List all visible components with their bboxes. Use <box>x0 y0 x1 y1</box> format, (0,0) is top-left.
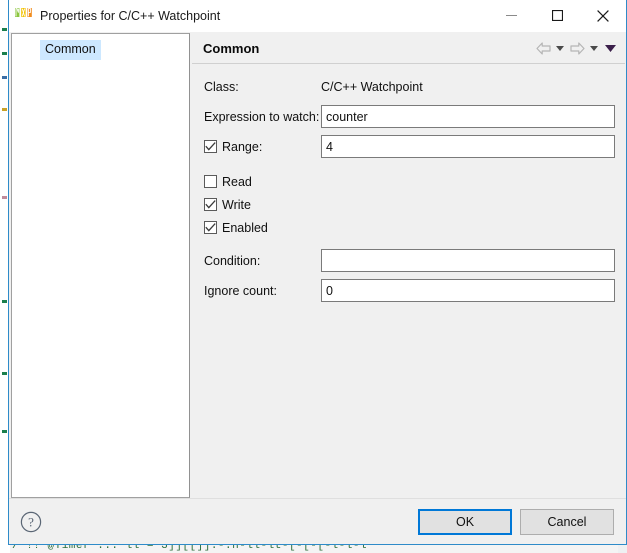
window-title: Properties for C/C++ Watchpoint <box>40 0 488 32</box>
row-ignore-count: Ignore count: <box>204 279 615 302</box>
row-enabled: Enabled <box>204 217 615 238</box>
nxp-logo-icon <box>15 8 32 23</box>
forward-button[interactable] <box>567 38 587 58</box>
class-value: C/C++ Watchpoint <box>321 80 423 94</box>
maximize-icon <box>552 10 563 21</box>
range-checkbox-group[interactable]: Range: <box>204 140 321 154</box>
check-icon <box>205 223 216 232</box>
class-label: Class: <box>204 80 321 94</box>
condition-label: Condition: <box>204 254 321 268</box>
background-mark <box>2 196 7 199</box>
svg-text:?: ? <box>28 514 34 529</box>
ignore-count-label: Ignore count: <box>204 284 321 298</box>
row-condition: Condition: <box>204 249 615 272</box>
minimize-button[interactable] <box>488 0 534 31</box>
chevron-down-icon <box>590 46 598 51</box>
enabled-checkbox-group[interactable]: Enabled <box>204 217 268 238</box>
write-label: Write <box>222 198 251 212</box>
read-label: Read <box>222 175 252 189</box>
spacer <box>204 240 615 249</box>
view-menu-dropdown[interactable] <box>601 38 619 58</box>
expression-label: Expression to watch: <box>204 110 321 124</box>
background-mark <box>2 430 7 433</box>
properties-dialog: Properties for C/C++ Watchpoint Common <box>8 0 627 545</box>
ok-button[interactable]: OK <box>418 509 512 535</box>
close-button[interactable] <box>580 0 626 31</box>
read-checkbox-group[interactable]: Read <box>204 171 252 192</box>
dialog-footer: ? OK Cancel <box>9 498 626 544</box>
background-mark <box>2 108 7 111</box>
ignore-count-input[interactable] <box>321 279 615 302</box>
check-icon <box>205 200 216 209</box>
help-button[interactable]: ? <box>19 510 43 534</box>
write-checkbox[interactable] <box>204 198 217 211</box>
chevron-down-icon <box>605 45 616 52</box>
minimize-icon <box>506 10 517 21</box>
arrow-left-icon <box>536 42 551 55</box>
expression-input[interactable] <box>321 105 615 128</box>
background-mark <box>2 52 7 55</box>
back-button[interactable] <box>533 38 553 58</box>
row-write: Write <box>204 194 615 215</box>
range-input[interactable] <box>321 135 615 158</box>
read-checkbox[interactable] <box>204 175 217 188</box>
title-bar: Properties for C/C++ Watchpoint <box>9 0 626 32</box>
chevron-down-icon <box>556 46 564 51</box>
back-history-dropdown[interactable] <box>553 38 567 58</box>
row-read: Read <box>204 171 615 192</box>
content-header: Common <box>192 33 625 64</box>
dialog-body: Common Common <box>9 32 626 498</box>
page-tree: Common <box>11 33 190 498</box>
properties-form: Class: C/C++ Watchpoint Expression to wa… <box>192 64 625 498</box>
sidebar-item-common[interactable]: Common <box>40 40 101 60</box>
close-icon <box>597 10 609 22</box>
check-icon <box>205 142 216 151</box>
enabled-checkbox[interactable] <box>204 221 217 234</box>
content-panel: Common <box>192 33 625 498</box>
background-mark <box>2 76 7 79</box>
enabled-label: Enabled <box>222 221 268 235</box>
range-checkbox[interactable] <box>204 140 217 153</box>
background-mark <box>2 372 7 375</box>
row-range: Range: <box>204 135 615 158</box>
arrow-right-icon <box>570 42 585 55</box>
background-mark <box>2 300 7 303</box>
row-class: Class: C/C++ Watchpoint <box>204 75 615 98</box>
forward-history-dropdown[interactable] <box>587 38 601 58</box>
maximize-button[interactable] <box>534 0 580 31</box>
help-icon: ? <box>20 511 42 533</box>
condition-input[interactable] <box>321 249 615 272</box>
background-mark <box>2 28 7 31</box>
range-label: Range: <box>222 140 262 154</box>
cancel-button[interactable]: Cancel <box>520 509 614 535</box>
page-title: Common <box>203 41 533 56</box>
write-checkbox-group[interactable]: Write <box>204 194 251 215</box>
row-expression: Expression to watch: <box>204 105 615 128</box>
